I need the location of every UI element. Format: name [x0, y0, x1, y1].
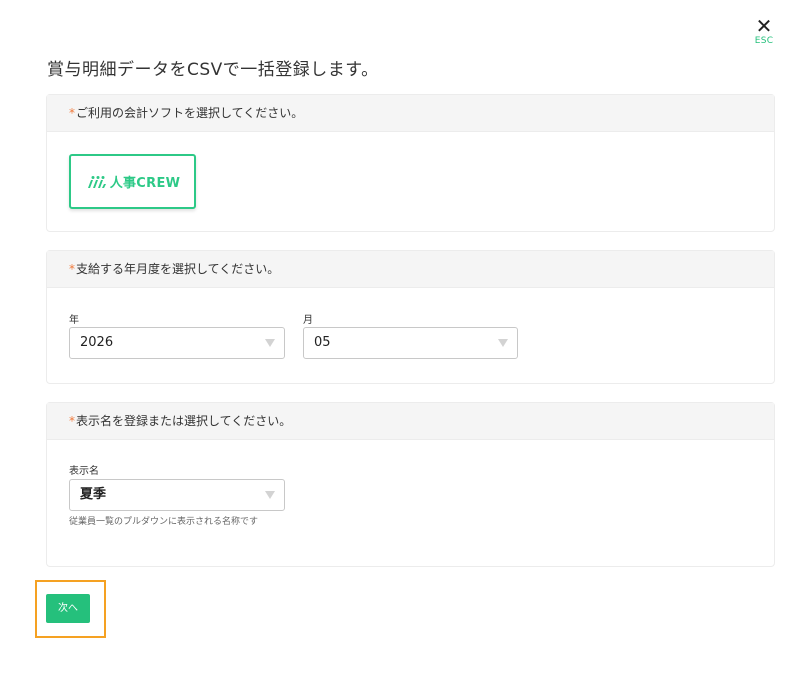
month-select[interactable]: 05: [303, 327, 518, 359]
period-section: *支給する年月度を選択してください。 年 2026 月 05: [46, 250, 775, 384]
close-button[interactable]: ✕ ESC: [749, 16, 779, 47]
required-mark: *: [69, 262, 75, 276]
display-name-label: 表示名: [69, 466, 99, 477]
jinji-crew-logo-icon: [87, 175, 106, 188]
year-label: 年: [69, 315, 79, 326]
display-name-section: *表示名を登録または選択してください。 表示名 夏季 従業員一覧のプルダウンに表…: [46, 402, 775, 567]
chevron-down-icon: [265, 339, 275, 347]
month-select-value: 05: [314, 335, 331, 350]
modal-title: 賞与明細データをCSVで一括登録します。: [47, 60, 379, 80]
software-section-heading: ご利用の会計ソフトを選択してください。: [76, 106, 304, 120]
required-mark: *: [69, 106, 75, 120]
display-name-section-header: *表示名を登録または選択してください。: [47, 403, 774, 440]
software-option-jinji-crew[interactable]: 人事CREW: [69, 154, 196, 209]
chevron-down-icon: [265, 491, 275, 499]
year-select[interactable]: 2026: [69, 327, 285, 359]
esc-hint: ESC: [754, 36, 774, 46]
software-section-header: *ご利用の会計ソフトを選択してください。: [47, 95, 774, 132]
next-button[interactable]: 次へ: [46, 594, 90, 623]
month-label: 月: [303, 315, 313, 326]
chevron-down-icon: [498, 339, 508, 347]
period-section-header: *支給する年月度を選択してください。: [47, 251, 774, 288]
software-section: *ご利用の会計ソフトを選択してください。 人事CREW: [46, 94, 775, 232]
year-select-value: 2026: [80, 335, 114, 350]
required-mark: *: [69, 414, 75, 428]
jinji-crew-logo-text: 人事CREW: [109, 176, 181, 191]
period-section-heading: 支給する年月度を選択してください。: [76, 262, 280, 276]
close-icon[interactable]: ✕: [749, 16, 779, 36]
jinji-crew-logo: 人事CREW: [85, 172, 181, 191]
display-name-section-heading: 表示名を登録または選択してください。: [76, 414, 292, 428]
display-name-help: 従業員一覧のプルダウンに表示される名称です: [69, 517, 259, 527]
display-name-select[interactable]: 夏季: [69, 479, 285, 511]
display-name-select-value: 夏季: [80, 487, 107, 502]
